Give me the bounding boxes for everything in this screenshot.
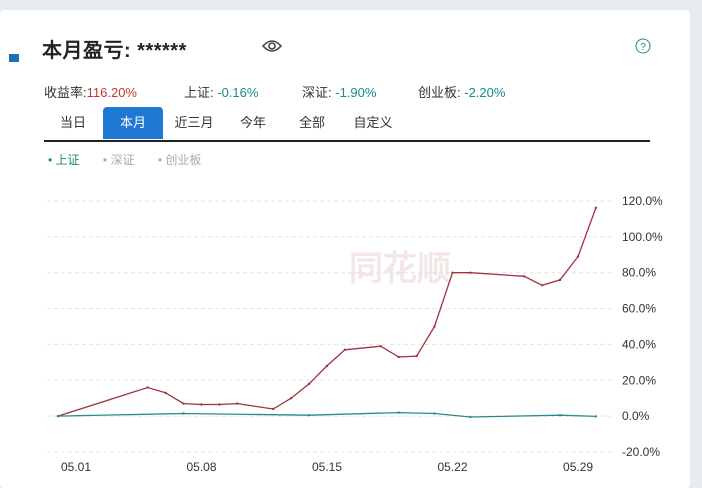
sh-index-line-point [56, 414, 60, 418]
y-tick-label: 40.0% [622, 337, 656, 351]
x-axis-labels: 05.01 05.08 05.15 05.22 05.29 [61, 460, 593, 474]
profit-chart: 同花顺 120.0% 100.0% 80.0% 60.0% 40.0% 20.0% 0.0%… [47, 194, 663, 474]
x-tick-label: 05.01 [61, 460, 91, 474]
profit-line-point [540, 284, 544, 287]
profit-line-point [433, 325, 436, 328]
y-tick-label: -20.0% [622, 445, 660, 459]
y-tick-label: 120.0% [622, 194, 663, 208]
profit-line-point [289, 397, 293, 400]
profit-line-point [451, 271, 454, 274]
y-tick-label: 0.0% [622, 409, 650, 423]
profit-line-point [200, 403, 203, 406]
y-tick-label: 20.0% [622, 373, 656, 387]
profit-line-point [522, 275, 526, 278]
profit-line-point [379, 345, 382, 348]
x-tick-label: 05.08 [186, 460, 216, 474]
watermark-text: 同花顺 [349, 250, 451, 288]
profit-line-point [307, 382, 311, 386]
sh-index-line-point [307, 414, 311, 417]
profit-line-point [182, 402, 185, 405]
profit-line-point [164, 391, 167, 395]
profit-line-point [218, 403, 221, 406]
y-tick-label: 60.0% [622, 302, 656, 316]
sh-index-line-point [594, 415, 598, 418]
profit-line-point [469, 271, 472, 274]
profit-line-point [415, 354, 418, 358]
sh-index-line-point [433, 412, 436, 415]
y-axis-labels: 120.0% 100.0% 80.0% 60.0% 40.0% 20.0% 0.0% -20.… [622, 194, 663, 459]
y-tick-label: 80.0% [622, 266, 656, 280]
profit-line [57, 207, 597, 417]
y-tick-label: 100.0% [622, 230, 663, 244]
profit-line-point [236, 402, 239, 405]
profit-line-point [397, 355, 400, 359]
x-tick-label: 05.29 [563, 460, 593, 474]
x-tick-label: 05.15 [312, 460, 342, 474]
sh-index-line-point [558, 414, 562, 417]
sh-index-line-point [469, 415, 472, 419]
series-layer [56, 206, 598, 419]
sh-index-line-point [182, 412, 185, 415]
profit-line-point [594, 206, 598, 210]
x-tick-label: 05.22 [438, 460, 468, 474]
profit-line-point [343, 348, 347, 352]
sh-index-line-point [397, 411, 400, 414]
profit-line-point [576, 255, 580, 258]
profit-line-point [146, 386, 149, 389]
profit-line-point [558, 278, 562, 282]
profit-line-point [325, 364, 329, 368]
profit-line-point [271, 407, 275, 411]
